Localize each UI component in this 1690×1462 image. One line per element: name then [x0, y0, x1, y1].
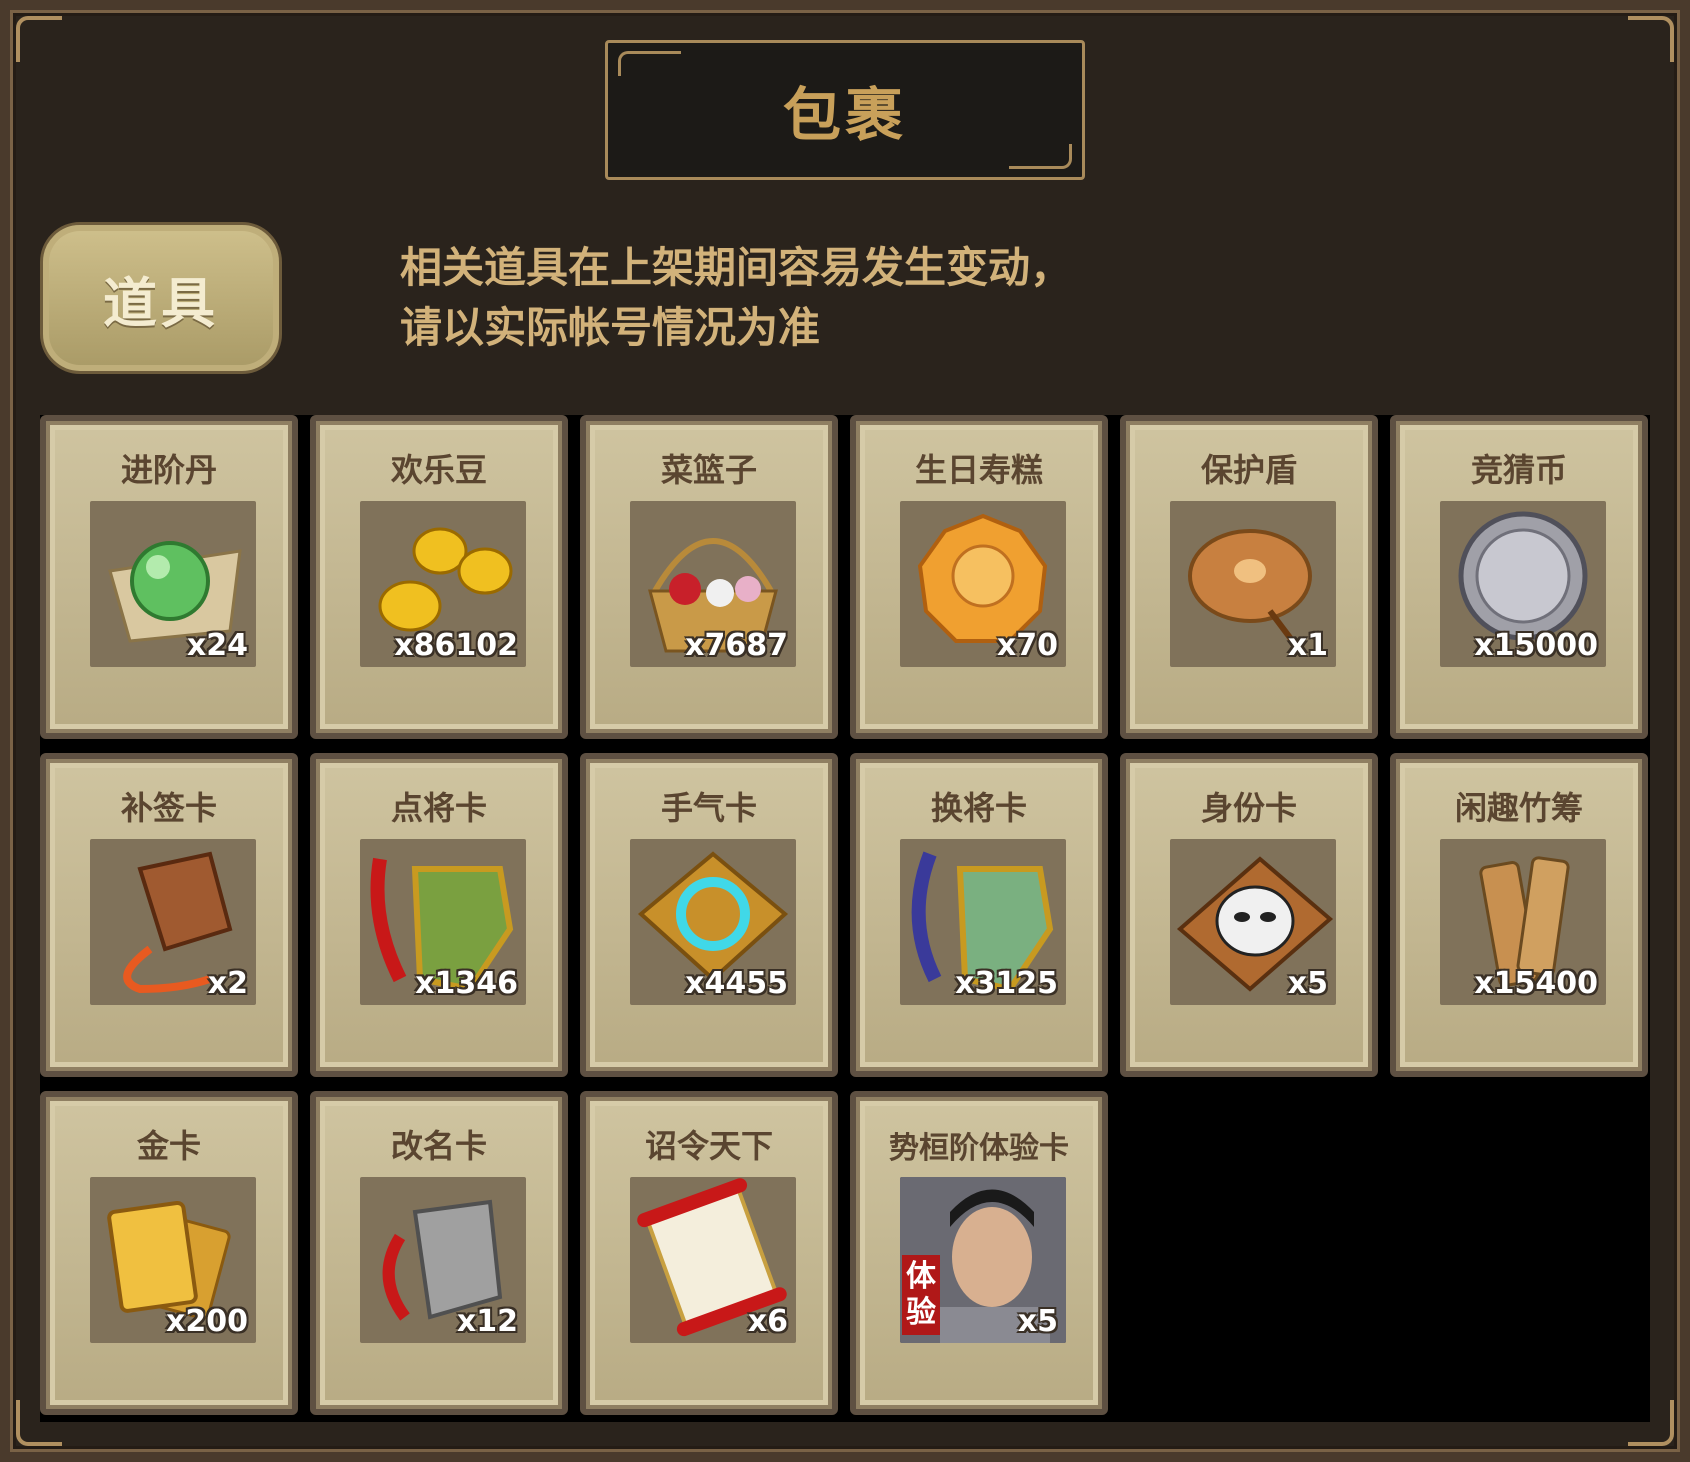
title-plaque: 包裹 [605, 40, 1085, 180]
tab-items[interactable]: 道具 [40, 222, 282, 374]
item-slot: x70 [900, 501, 1066, 667]
item-slot: x1 [1170, 501, 1336, 667]
item-name: 改名卡 [390, 1127, 487, 1165]
item-card[interactable]: 金卡 x200 [40, 1091, 298, 1415]
item-name: 诏令天下 [644, 1127, 773, 1165]
item-quantity: x4455 [685, 966, 788, 1001]
item-quantity: x6 [747, 1304, 788, 1339]
item-card[interactable]: 进阶丹 x24 [40, 415, 298, 739]
item-quantity: x70 [996, 628, 1058, 663]
item-quantity: x86102 [394, 628, 518, 663]
item-card[interactable]: 诏令天下 x6 [580, 1091, 838, 1415]
item-name: 势桓阶体验卡 [889, 1131, 1069, 1166]
item-card[interactable]: 换将卡 x3125 [850, 753, 1108, 1077]
item-quantity: x7687 [685, 628, 788, 663]
item-slot: x15400 [1440, 839, 1606, 1005]
item-name: 补签卡 [120, 789, 217, 827]
item-quantity: x5 [1287, 966, 1328, 1001]
item-quantity: x200 [166, 1304, 248, 1339]
item-card[interactable]: 菜篮子 x7687 [580, 415, 838, 739]
item-slot: x3125 [900, 839, 1066, 1005]
item-quantity: x24 [186, 628, 248, 663]
item-card[interactable]: 改名卡 x12 [310, 1091, 568, 1415]
item-card[interactable]: 势桓阶体验卡 体验 x5 [850, 1091, 1108, 1415]
item-quantity: x5 [1017, 1304, 1058, 1339]
item-slot: x6 [630, 1177, 796, 1343]
notice-line: 相关道具在上架期间容易发生变动， [400, 243, 1073, 292]
item-quantity: x1 [1287, 628, 1328, 663]
item-slot: x2 [90, 839, 256, 1005]
item-name: 金卡 [136, 1127, 201, 1165]
item-slot: x86102 [360, 501, 526, 667]
item-slot: x15000 [1440, 501, 1606, 667]
item-card[interactable]: 保护盾 x1 [1120, 415, 1378, 739]
item-card[interactable]: 身份卡 x5 [1120, 753, 1378, 1077]
item-card[interactable]: 生日寿糕 x70 [850, 415, 1108, 739]
item-name: 欢乐豆 [390, 451, 487, 489]
item-quantity: x15400 [1474, 966, 1598, 1001]
item-slot: x7687 [630, 501, 796, 667]
item-quantity: x2 [207, 966, 248, 1001]
page-title: 包裹 [782, 81, 907, 149]
item-card[interactable]: 手气卡 x4455 [580, 753, 838, 1077]
item-quantity: x3125 [955, 966, 1058, 1001]
notice-line: 请以实际帐号情况为准 [400, 303, 821, 352]
item-slot: x5 [1170, 839, 1336, 1005]
item-card[interactable]: 竞猜币 x15000 [1390, 415, 1648, 739]
item-name: 闲趣竹筹 [1454, 789, 1583, 827]
tab-label: 道具 [103, 271, 219, 335]
item-card[interactable]: 欢乐豆 x86102 [310, 415, 568, 739]
item-name: 点将卡 [390, 789, 487, 827]
item-name: 保护盾 [1200, 451, 1297, 489]
corner-ornament [16, 16, 62, 62]
corner-ornament [1628, 16, 1674, 62]
item-quantity: x15000 [1474, 628, 1598, 663]
item-name: 进阶丹 [120, 451, 217, 489]
item-card[interactable]: 闲趣竹筹 x15400 [1390, 753, 1648, 1077]
item-name: 手气卡 [660, 789, 757, 827]
item-card[interactable]: 补签卡 x2 [40, 753, 298, 1077]
item-slot: x24 [90, 501, 256, 667]
item-card[interactable]: 点将卡 x1346 [310, 753, 568, 1077]
item-name: 生日寿糕 [914, 451, 1043, 489]
item-name: 身份卡 [1200, 789, 1297, 827]
item-slot: x4455 [630, 839, 796, 1005]
item-slot: x12 [360, 1177, 526, 1343]
item-name: 菜篮子 [660, 451, 757, 489]
item-name: 竞猜币 [1470, 451, 1567, 489]
item-grid: 进阶丹 x24 欢乐豆 x86102 菜篮子 x7687 生日寿糕 x70 保护… [40, 415, 1650, 1422]
item-slot: 体验 x5 [900, 1177, 1066, 1343]
trial-badge: 体验 [906, 1259, 936, 1330]
notice-text: 相关道具在上架期间容易发生变动， 请以实际帐号情况为准 [400, 238, 1200, 358]
item-quantity: x12 [456, 1304, 518, 1339]
item-quantity: x1346 [415, 966, 518, 1001]
item-name: 换将卡 [930, 789, 1027, 827]
item-slot: x1346 [360, 839, 526, 1005]
item-slot: x200 [90, 1177, 256, 1343]
